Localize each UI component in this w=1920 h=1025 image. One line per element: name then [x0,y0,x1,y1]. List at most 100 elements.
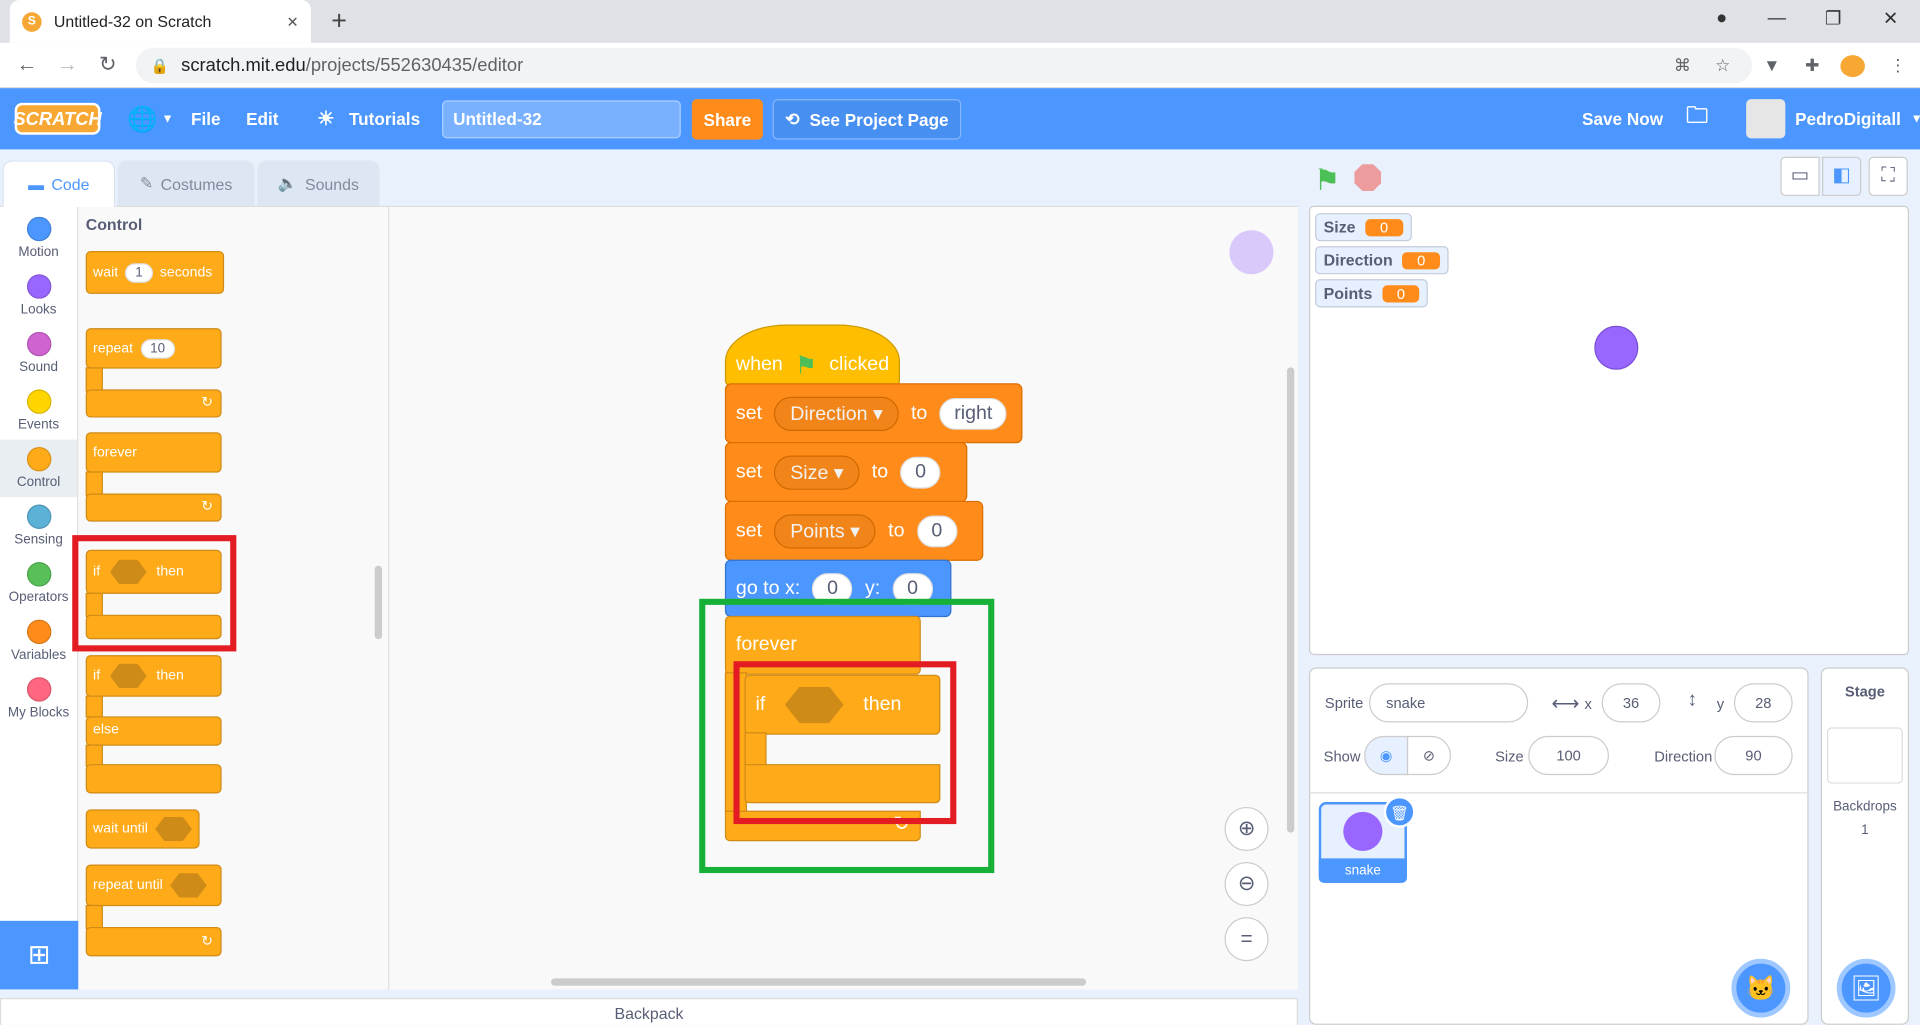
hide-eye-slash-icon[interactable]: ⊘ [1406,735,1452,776]
category-control[interactable]: Control [0,439,78,498]
script-horizontal-scrollbar[interactable] [551,978,1087,986]
value-input-size[interactable]: 0 [900,456,941,488]
sprite-y-input[interactable]: 28 [1733,683,1793,723]
backdrops-label: Backdrops [1833,799,1897,815]
delete-sprite-trash-icon[interactable]: 🗑 [1383,795,1416,828]
monitor-direction[interactable]: Direction 0 [1315,246,1449,275]
tab-code[interactable]: ▬ Code [2,160,116,207]
tab-costumes[interactable]: ✎ Costumes [117,160,255,207]
project-title-input[interactable]: Untitled-32 [442,100,681,139]
category-variables[interactable]: Variables [0,612,77,670]
save-now-button[interactable]: Save Now [1582,88,1663,149]
script-vertical-scrollbar[interactable] [1286,367,1295,833]
minimize-icon[interactable]: — [1758,7,1795,28]
palette-repeat-block[interactable]: repeat 10 [85,328,222,369]
category-looks[interactable]: Looks [0,267,77,325]
my-stuff-folder-icon[interactable]: 🗀 [1686,88,1708,149]
monitor-size[interactable]: Size 0 [1315,213,1412,242]
language-globe-icon[interactable]: 🌐 ▼ [127,88,173,149]
palette-repeat-until-block[interactable]: repeat until [85,864,222,907]
palette-forever-block[interactable]: forever [85,432,222,473]
set-label: set [735,461,763,482]
browser-menu-icon[interactable]: ⋮ [1886,55,1910,77]
palette-if-else-block[interactable]: if then [85,655,222,697]
set-size-block[interactable]: set Size ▾ to 0 [724,442,968,503]
palette-scrollbar[interactable] [374,565,383,640]
choose-sprite-cat-icon[interactable]: 🐱 [1731,958,1791,1018]
extensions-puzzle-icon[interactable]: ✚ [1800,55,1824,77]
close-window-icon[interactable]: ✕ [1872,7,1909,30]
sprite-size-input[interactable]: 100 [1528,735,1609,776]
repeat-count-input[interactable]: 10 [140,338,175,359]
palette-repeat-foot: ↻ [85,389,222,418]
category-color-dot [26,331,51,357]
category-sound[interactable]: Sound [0,324,77,382]
monitor-points[interactable]: Points 0 [1315,279,1429,308]
new-tab-button[interactable]: + [323,5,355,37]
clicked-label: clicked [829,353,890,375]
choose-backdrop-icon[interactable]: 🖼 [1836,958,1896,1018]
add-extension-button[interactable]: ⊞ [0,920,79,990]
fullscreen-button[interactable]: ⛶ [1868,156,1908,196]
large-stage-button[interactable]: ◧ [1822,156,1862,196]
back-icon[interactable]: ← [12,53,41,77]
tab-sounds[interactable]: 🔈 Sounds [257,160,380,207]
zoom-in-button[interactable]: ⊕ [1224,806,1269,852]
highlight-red-box-palette [72,535,237,652]
value-input-direction[interactable]: right [939,397,1008,430]
browser-tab[interactable]: S Untitled-32 on Scratch ✕ [9,0,312,43]
zoom-reset-button[interactable]: = [1224,917,1269,962]
restore-icon[interactable]: ❐ [1815,7,1852,30]
small-stage-button[interactable]: ▭ [1780,156,1820,196]
sprite-x-input[interactable]: 36 [1601,683,1661,723]
see-project-page-button[interactable]: ⟲ See Project Page [772,99,962,140]
boolean-slot[interactable] [170,873,207,898]
sprite-snake-on-stage[interactable] [1594,325,1639,370]
sprite-direction-input[interactable]: 90 [1714,735,1793,776]
reload-icon[interactable]: ↻ [93,53,122,77]
extension-v-icon[interactable]: ▼ [1760,55,1784,77]
scratch-logo[interactable]: SCRATCH [13,102,102,135]
when-flag-clicked-block[interactable]: when ⚑ clicked [724,324,901,386]
variable-dropdown-size[interactable]: Size ▾ [774,454,860,490]
url-field[interactable]: 🔒 scratch.mit.edu/projects/552630435/edi… [135,47,1753,84]
set-points-block[interactable]: set Points ▾ to 0 [724,500,984,561]
share-button[interactable]: Share [691,99,763,140]
category-sensing[interactable]: Sensing [0,497,77,555]
else-label: else [93,722,119,738]
stop-sign-icon[interactable] [1354,164,1382,192]
bookmark-star-icon[interactable]: ☆ [1711,55,1735,77]
variable-dropdown-points[interactable]: Points ▾ [774,513,876,548]
show-visible-eye-icon[interactable]: ◉ [1364,735,1409,776]
edit-menu[interactable]: Edit [246,88,278,149]
wait-seconds-input[interactable]: 1 [125,262,153,283]
green-flag-icon[interactable]: ⚑ [1314,163,1340,199]
palette-wait-until-block[interactable]: wait until [85,809,200,849]
value-input-points[interactable]: 0 [916,514,958,547]
set-direction-block[interactable]: set Direction ▾ to right [724,383,1023,444]
category-my-blocks[interactable]: My Blocks [0,670,77,728]
profile-avatar-icon[interactable] [1840,55,1865,78]
category-events[interactable]: Events [0,382,77,440]
category-operators[interactable]: Operators [0,555,77,613]
variable-dropdown-direction[interactable]: Direction ▾ [774,396,899,431]
translate-icon[interactable]: ⌘ [1670,55,1694,77]
file-menu[interactable]: File [191,88,221,149]
backpack-bar[interactable]: Backpack [0,997,1298,1025]
close-tab-icon[interactable]: ✕ [286,13,298,30]
tutorials-bulb-icon[interactable]: ☀ [317,88,335,149]
palette-wait-block[interactable]: wait 1 seconds [85,251,225,294]
category-motion[interactable]: Motion [0,209,77,267]
sprite-name-input[interactable]: snake [1368,683,1529,723]
account-menu[interactable]: PedroDigitall ▼ [1746,88,1920,149]
boolean-slot[interactable] [109,663,147,689]
username: PedroDigitall [1795,108,1901,129]
category-label: Control [16,475,61,490]
tutorials-button[interactable]: Tutorials [349,88,420,149]
show-label: Show [1323,748,1361,766]
zoom-out-button[interactable]: ⊖ [1224,862,1269,907]
forward-icon[interactable]: → [53,53,82,77]
boolean-slot[interactable] [155,816,192,842]
profile-menu-icon[interactable]: ● [1703,7,1740,28]
tab-costumes-label: Costumes [160,174,233,193]
